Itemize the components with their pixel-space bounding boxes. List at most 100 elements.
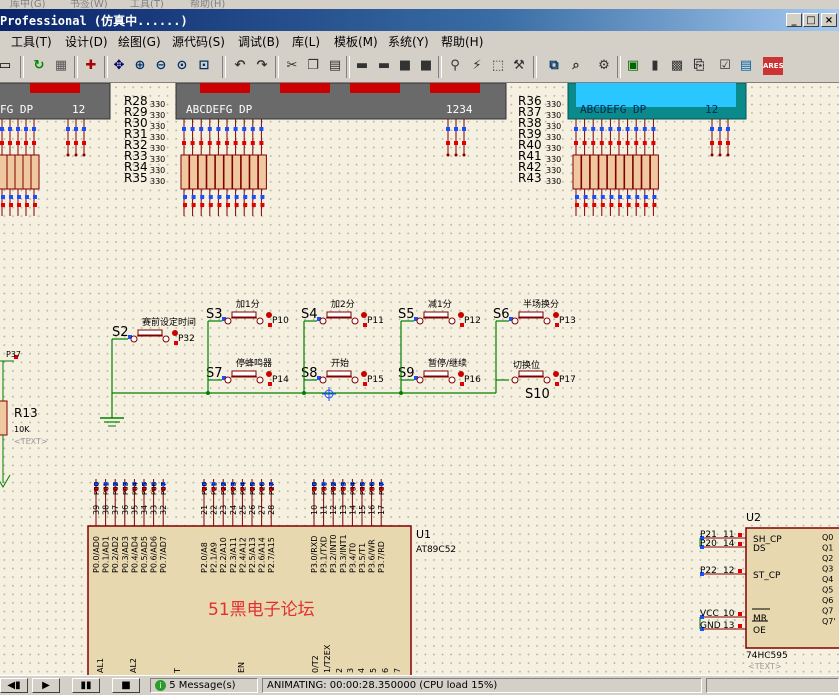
switch-port: P16 (464, 375, 481, 385)
resistor-body (180, 154, 190, 190)
display-mid-digit (200, 83, 250, 93)
toolbar-separator (617, 56, 621, 78)
menu-help[interactable]: 帮助(H) (441, 33, 483, 50)
pin-name: EN (237, 662, 246, 673)
switch-ref: S3 (206, 307, 223, 322)
pick-device-icon[interactable]: ⚲ (446, 57, 464, 75)
pin-name: P3.0/RXD (310, 536, 319, 573)
minimize-button[interactable]: _ (786, 13, 802, 27)
block-move-icon[interactable]: ▬ (375, 57, 393, 75)
pin-name: Q6 (822, 596, 833, 605)
pin-marker (738, 533, 742, 537)
junction-dot (206, 391, 210, 395)
pin-marker (592, 195, 597, 199)
switch-contact (256, 376, 264, 384)
messages-panel[interactable]: i 5 Message(s) (150, 678, 258, 693)
display-mid-segment-labels: ABCDEFG DP (186, 103, 253, 116)
menu-tools[interactable]: 工具(T) (11, 33, 52, 50)
pin-marker (250, 127, 255, 131)
close-button[interactable]: × (821, 13, 837, 27)
paste-icon[interactable]: ▤ (326, 57, 344, 75)
pin-name: P3.2/INT0 (329, 534, 338, 573)
new-sheet-icon[interactable]: ▣ (624, 57, 642, 75)
wire-autorouter-icon[interactable]: ⧉ (545, 57, 563, 75)
pin-marker (591, 127, 596, 131)
pin-name: ST_CP (753, 571, 781, 581)
pin-marker (617, 141, 621, 145)
menu-template[interactable]: 模板(M) (334, 33, 378, 50)
maximize-button[interactable]: □ (803, 13, 819, 27)
switch-contact (416, 376, 424, 384)
pin-number: 22 (210, 505, 219, 515)
resistor-value: 330 (546, 100, 561, 109)
refresh-icon[interactable]: ↻ (30, 57, 48, 75)
display-mid-digit (280, 83, 330, 93)
menu-debug[interactable]: 调试(B) (238, 33, 280, 50)
remove-sheet-icon[interactable]: ▮ (646, 57, 664, 75)
erc-icon[interactable]: ☑ (716, 57, 734, 75)
resistor-value: 330 (546, 155, 561, 164)
make-device-icon[interactable]: ⚡ (468, 57, 486, 75)
menu-system[interactable]: 系统(Y) (388, 33, 429, 50)
net-tag: P01 (103, 482, 111, 495)
pin-marker (0, 141, 4, 145)
pin-name: P2.6/A14 (258, 537, 267, 573)
resistor-body (589, 154, 599, 190)
switch-port: P15 (367, 375, 384, 385)
resistor-value: 330 (546, 111, 561, 120)
menu-library[interactable]: 库(L) (292, 33, 320, 50)
pin-name: Q7' (822, 617, 836, 626)
origin-icon[interactable]: ✚ (82, 57, 100, 75)
page-icon[interactable]: ▭ (0, 57, 14, 75)
zoom-in-icon[interactable]: ⊕ (131, 57, 149, 75)
pin-marker (462, 127, 466, 131)
ares-icon[interactable]: ARES (763, 57, 784, 75)
zoom-all-icon[interactable]: ⊙ (173, 57, 191, 75)
property-sheet-icon[interactable]: ▤ (737, 57, 755, 75)
play-button[interactable]: ▶ (32, 678, 60, 693)
pin-name: 6 (381, 668, 390, 673)
packaging-icon[interactable]: ⬚ (489, 57, 507, 75)
pin-name: P2.4/A12 (238, 537, 247, 573)
decompose-icon[interactable]: ⚒ (510, 57, 528, 75)
resistor-value: 330 (150, 177, 165, 186)
menu-graph[interactable]: 绘图(G) (118, 33, 161, 50)
net-tag: P21 (211, 482, 219, 495)
pin-marker (208, 195, 213, 199)
search-icon[interactable]: ⌕ (567, 57, 585, 75)
block-delete-icon[interactable]: ■ (417, 57, 435, 75)
redo-icon[interactable]: ↷ (253, 57, 271, 75)
menu-source[interactable]: 源代码(S) (172, 33, 225, 50)
menu-design[interactable]: 设计(D) (65, 33, 108, 50)
pin-marker (652, 203, 657, 207)
toolbar-separator (275, 56, 279, 78)
pin-marker (33, 195, 37, 199)
switch-contact (416, 317, 424, 325)
pin-name: 3 (346, 668, 355, 673)
net-tag: P26 (259, 481, 267, 495)
net-tag: P20 (700, 539, 717, 549)
schematic-canvas[interactable]: R28 330 R29 330 R30 330 R31 330 R32 330 R33 330 R34 3… (0, 83, 839, 675)
copy-icon[interactable]: ❐ (304, 57, 322, 75)
property-icon[interactable]: ⚙ (595, 57, 613, 75)
step-back-button[interactable]: ◀▮ (0, 678, 28, 693)
resistor-value: 330 (546, 144, 561, 153)
pin-name: DS (753, 544, 766, 554)
block-copy-icon[interactable]: ▬ (353, 57, 371, 75)
bom-icon[interactable]: ▩ (668, 57, 686, 75)
pin-marker (600, 203, 605, 207)
pin-marker (8, 127, 12, 131)
netlist-icon[interactable]: ⎘ (690, 57, 708, 75)
pan-icon[interactable]: ✥ (110, 57, 128, 75)
zoom-out-icon[interactable]: ⊖ (152, 57, 170, 75)
pin-marker (16, 127, 20, 131)
block-rotate-icon[interactable]: ■ (396, 57, 414, 75)
cut-icon[interactable]: ✂ (283, 57, 301, 75)
zoom-area-icon[interactable]: ⊡ (195, 57, 213, 75)
pause-button[interactable]: ▮▮ (72, 678, 100, 693)
pin-name: MR (753, 614, 767, 624)
undo-icon[interactable]: ↶ (231, 57, 249, 75)
grid-icon[interactable]: ▦ (52, 57, 70, 75)
stop-button[interactable]: ■ (112, 678, 140, 693)
display-mid-digit (350, 83, 400, 93)
